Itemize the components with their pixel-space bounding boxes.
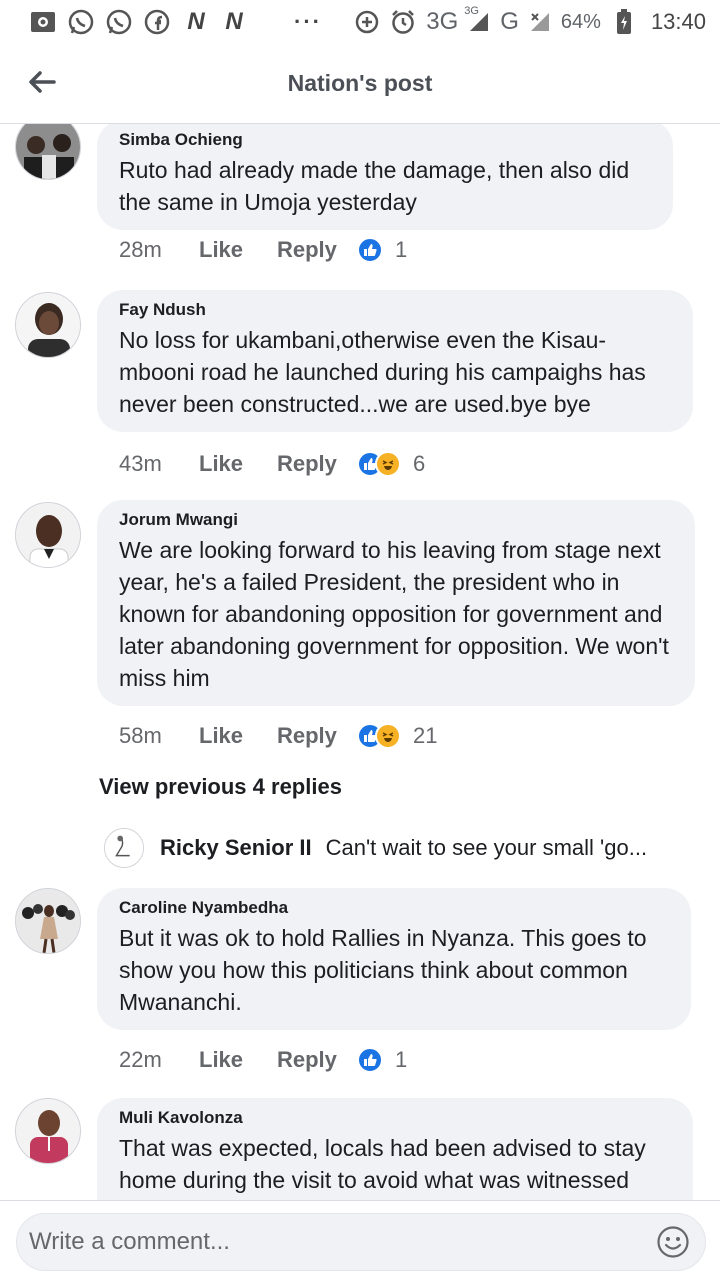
- avatar[interactable]: [104, 828, 144, 868]
- n-app-icon: N: [187, 8, 204, 35]
- reaction-summary[interactable]: 6: [357, 451, 425, 477]
- reaction-summary[interactable]: 1: [357, 237, 407, 263]
- photo-icon: [30, 9, 56, 35]
- app-header: Nation's post: [0, 44, 720, 124]
- comment-bubble[interactable]: Simba Ochieng Ruto had already made the …: [97, 124, 673, 230]
- add-circle-icon: [354, 9, 380, 35]
- reaction-summary[interactable]: 1: [357, 1047, 407, 1073]
- reaction-count: 21: [413, 723, 438, 748]
- avatar[interactable]: [15, 888, 81, 954]
- network-3g-small-label: 3G: [464, 5, 479, 17]
- comment-time[interactable]: 43m: [119, 451, 199, 477]
- avatar[interactable]: [15, 292, 81, 358]
- more-notifications-indicator: ···: [294, 9, 322, 34]
- comment-text: Ruto had already made the damage, then a…: [119, 157, 630, 215]
- comment-time[interactable]: 22m: [119, 1047, 199, 1073]
- like-button[interactable]: Like: [199, 237, 277, 263]
- battery-percent: 64%: [560, 10, 601, 33]
- battery-icon: [611, 9, 637, 35]
- comment-author[interactable]: Simba Ochieng: [119, 130, 651, 150]
- comment-text: No loss for ukambani,otherwise even the …: [119, 327, 646, 417]
- comment-input[interactable]: Write a comment...: [16, 1213, 706, 1271]
- comment-actions: 43m Like Reply 6: [119, 448, 425, 480]
- avatar[interactable]: [15, 1098, 81, 1164]
- like-button[interactable]: Like: [199, 1047, 277, 1073]
- avatar[interactable]: [15, 124, 81, 180]
- like-button[interactable]: Like: [199, 723, 277, 749]
- comment-actions: 58m Like Reply 21: [119, 720, 437, 752]
- like-reaction-icon: [357, 237, 383, 263]
- reaction-count: 6: [413, 451, 426, 476]
- comment-bubble[interactable]: Caroline Nyambedha But it was ok to hold…: [97, 888, 691, 1030]
- like-reaction-icon: [357, 1047, 383, 1073]
- avatar[interactable]: [15, 502, 81, 568]
- haha-reaction-icon: [375, 451, 401, 477]
- comment-actions: 22m Like Reply 1: [119, 1044, 407, 1076]
- comment-author[interactable]: Jorum Mwangi: [119, 510, 673, 530]
- haha-reaction-icon: [375, 723, 401, 749]
- comment-author[interactable]: Fay Ndush: [119, 300, 671, 320]
- comment-text: That was expected, locals had been advis…: [119, 1135, 646, 1193]
- back-arrow-icon[interactable]: [24, 64, 60, 100]
- comment-author[interactable]: Caroline Nyambedha: [119, 898, 669, 918]
- view-previous-replies-link[interactable]: View previous 4 replies: [99, 774, 342, 800]
- comment-bubble[interactable]: Fay Ndush No loss for ukambani,otherwise…: [97, 290, 693, 432]
- comments-feed[interactable]: Simba Ochieng Ruto had already made the …: [0, 124, 720, 1200]
- signal-icon: 3G: [464, 5, 490, 33]
- comment-actions: 28m Like Reply 1: [119, 234, 407, 266]
- network-3g-label: 3G: [426, 8, 459, 35]
- comment-composer-bar: Write a comment...: [0, 1200, 720, 1280]
- whatsapp-icon: [106, 9, 132, 35]
- comment-bubble[interactable]: Jorum Mwangi We are looking forward to h…: [97, 500, 695, 706]
- reply-button[interactable]: Reply: [277, 451, 357, 477]
- comment-author[interactable]: Muli Kavolonza: [119, 1108, 671, 1128]
- comment-time[interactable]: 58m: [119, 723, 199, 749]
- reply-preview[interactable]: Ricky Senior II Can't wait to see your s…: [104, 826, 704, 870]
- reply-author[interactable]: Ricky Senior II: [160, 835, 312, 861]
- reaction-summary[interactable]: 21: [357, 723, 437, 749]
- reply-text: Can't wait to see your small 'go...: [325, 835, 648, 860]
- network-g-label: G: [500, 8, 519, 35]
- n-app-icon: N: [225, 8, 242, 35]
- alarm-icon: [390, 9, 416, 35]
- reaction-count: 1: [395, 1047, 408, 1072]
- status-bar: N N ··· 3G 3G G 64% 13:40: [0, 0, 720, 44]
- whatsapp-icon: [68, 9, 94, 35]
- reaction-count: 1: [395, 237, 408, 262]
- reply-button[interactable]: Reply: [277, 1047, 357, 1073]
- reply-button[interactable]: Reply: [277, 723, 357, 749]
- comment-text: But it was ok to hold Rallies in Nyanza.…: [119, 925, 647, 1015]
- comment-text: We are looking forward to his leaving fr…: [119, 537, 669, 691]
- signal-icon: [529, 11, 551, 33]
- comment-bubble[interactable]: Muli Kavolonza That was expected, locals…: [97, 1098, 693, 1200]
- clock: 13:40: [650, 9, 706, 34]
- comment-time[interactable]: 28m: [119, 237, 199, 263]
- page-title: Nation's post: [287, 70, 433, 96]
- like-button[interactable]: Like: [199, 451, 277, 477]
- facebook-icon: [144, 9, 170, 35]
- reply-button[interactable]: Reply: [277, 237, 357, 263]
- comment-input-placeholder[interactable]: Write a comment...: [29, 1228, 655, 1256]
- emoji-icon[interactable]: [655, 1224, 691, 1260]
